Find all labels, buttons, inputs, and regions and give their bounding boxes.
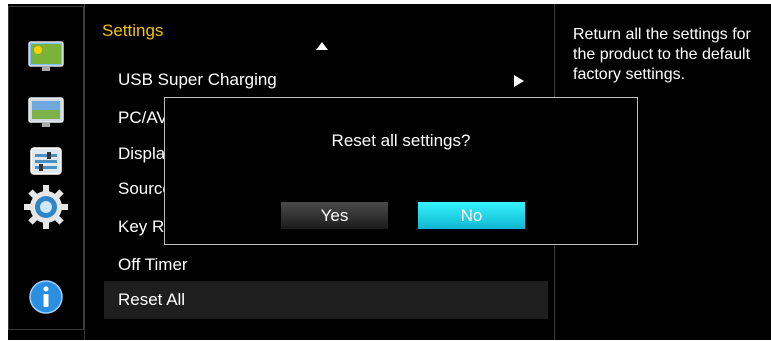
onscreen-display-icon xyxy=(28,97,64,127)
onscreen-display-menu-button[interactable] xyxy=(9,89,83,137)
menu-item-off-timer[interactable]: Off Timer xyxy=(104,246,548,284)
menu-item-reset-all[interactable]: Reset All xyxy=(104,281,548,319)
dialog-message: Reset all settings? xyxy=(331,131,471,150)
menu-item-label: Reset All xyxy=(118,290,186,309)
monitor-osd: Settings USB Super Charging PC/AV Mode D… xyxy=(8,4,771,340)
system-icon xyxy=(30,147,62,175)
reset-confirm-dialog: Reset all settings? Yes No xyxy=(164,97,638,245)
menu-item-usb-super-charging[interactable]: USB Super Charging xyxy=(104,61,548,99)
information-menu-button[interactable] xyxy=(9,273,83,321)
picture-icon xyxy=(28,41,64,71)
help-text: Return all the settings for the product … xyxy=(573,26,751,83)
submenu-arrow-icon xyxy=(514,75,524,87)
menu-title: Settings xyxy=(102,21,164,40)
information-icon xyxy=(29,280,63,314)
sidebar xyxy=(8,6,84,330)
no-button[interactable]: No xyxy=(418,202,525,229)
system-menu-button[interactable] xyxy=(9,138,83,186)
menu-item-label: Off Timer xyxy=(118,255,188,274)
settings-gear-icon xyxy=(24,185,68,229)
scroll-up-arrow-icon[interactable] xyxy=(316,42,328,50)
settings-menu-button[interactable] xyxy=(9,183,83,231)
yes-button[interactable]: Yes xyxy=(281,202,388,229)
picture-menu-button[interactable] xyxy=(9,33,83,81)
menu-item-label: USB Super Charging xyxy=(118,70,277,89)
